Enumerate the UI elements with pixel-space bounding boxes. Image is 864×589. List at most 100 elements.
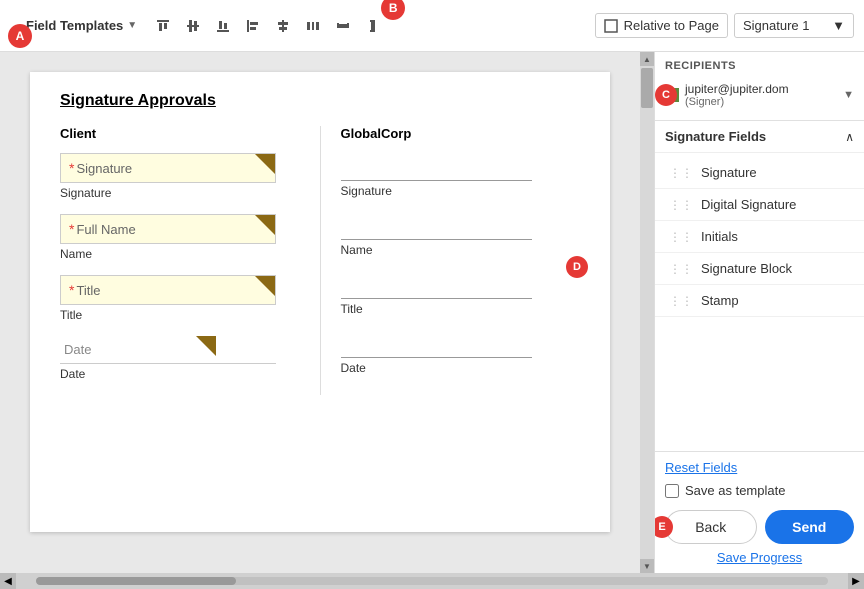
relative-to-page-label: Relative to Page bbox=[624, 18, 719, 33]
signature-field-list: ⋮⋮ Signature ⋮⋮ Digital Signature ⋮⋮ Ini… bbox=[655, 153, 864, 321]
reset-fields-link[interactable]: Reset Fields bbox=[665, 460, 854, 475]
date-input-left[interactable]: Date bbox=[60, 336, 276, 364]
main-content: Signature Approvals Client * Signature bbox=[0, 52, 864, 573]
field-triangle bbox=[255, 154, 275, 174]
date-field-right: Date bbox=[341, 330, 581, 375]
document-title: Signature Approvals bbox=[60, 92, 580, 110]
align-middle-icon[interactable] bbox=[179, 12, 207, 40]
save-template-row: Save as template bbox=[665, 483, 854, 498]
recipient-role: (Signer) bbox=[685, 96, 789, 108]
title-input-left[interactable]: * Title bbox=[60, 275, 276, 305]
title-field-right: Title bbox=[341, 271, 581, 316]
align-top-icon[interactable] bbox=[149, 12, 177, 40]
save-template-checkbox[interactable] bbox=[665, 484, 679, 498]
signature-dropdown[interactable]: Signature 1 ▼ bbox=[734, 13, 854, 38]
recipient-details: jupiter@jupiter.dom (Signer) bbox=[685, 82, 789, 108]
date-label-left: Date bbox=[60, 367, 300, 381]
toolbar-icons bbox=[149, 12, 387, 40]
globalcorp-col-header: GlobalCorp bbox=[341, 126, 581, 141]
recipients-section-title: RECIPIENTS bbox=[665, 60, 854, 72]
recipient-info: jupiter@jupiter.dom (Signer) bbox=[665, 82, 789, 108]
sig-field-label-signature-block: Signature Block bbox=[701, 261, 792, 276]
toolbar: A Field Templates ▼ bbox=[0, 0, 864, 52]
scroll-track bbox=[640, 66, 654, 559]
sig-field-item-signature[interactable]: ⋮⋮ Signature bbox=[655, 157, 864, 189]
sig-field-label-stamp: Stamp bbox=[701, 293, 739, 308]
action-buttons: E Back Send bbox=[665, 510, 854, 544]
recipient-row[interactable]: C jupiter@jupiter.dom (Signer) ▼ bbox=[665, 78, 854, 112]
badge-b: B bbox=[381, 0, 405, 20]
scrollbar-track bbox=[36, 577, 828, 585]
date-placeholder: Date bbox=[60, 342, 91, 357]
badge-d: D bbox=[566, 256, 588, 278]
size-h-icon[interactable] bbox=[329, 12, 357, 40]
align-left-icon[interactable] bbox=[239, 12, 267, 40]
name-placeholder: Full Name bbox=[76, 222, 135, 237]
badge-a: A bbox=[8, 24, 32, 48]
recipient-chevron-icon: ▼ bbox=[843, 89, 854, 101]
signature-dropdown-chevron-icon: ▼ bbox=[832, 18, 845, 33]
date-line-right bbox=[341, 330, 533, 358]
save-progress-link[interactable]: Save Progress bbox=[665, 550, 854, 565]
document-page: Signature Approvals Client * Signature bbox=[30, 72, 610, 532]
scroll-right-button[interactable]: ▶ bbox=[848, 573, 864, 589]
globalcorp-column: D GlobalCorp Signature Name Title bbox=[341, 126, 581, 395]
sig-field-item-stamp[interactable]: ⋮⋮ Stamp bbox=[655, 285, 864, 317]
distribute-h-icon[interactable] bbox=[299, 12, 327, 40]
signature-fields-header[interactable]: Signature Fields ∧ bbox=[655, 121, 864, 153]
field-triangle-name bbox=[255, 215, 275, 235]
name-input-left[interactable]: * Full Name bbox=[60, 214, 276, 244]
signature-field-right: Signature bbox=[341, 153, 581, 198]
name-label-left: Name bbox=[60, 247, 300, 261]
sig-field-item-signature-block[interactable]: ⋮⋮ Signature Block bbox=[655, 253, 864, 285]
signature-line-right bbox=[341, 153, 533, 181]
date-label-right: Date bbox=[341, 361, 581, 375]
sig-field-label-initials: Initials bbox=[701, 229, 738, 244]
title-line-right bbox=[341, 271, 533, 299]
signature-input-left[interactable]: * Signature bbox=[60, 153, 276, 183]
signature-label-right: Signature bbox=[341, 184, 581, 198]
vertical-scrollbar[interactable]: ▲ ▼ bbox=[640, 52, 654, 573]
signature-fields-title: Signature Fields bbox=[665, 129, 766, 144]
drag-handle-icon-5: ⋮⋮ bbox=[669, 294, 693, 308]
required-star-name: * bbox=[69, 221, 74, 237]
name-line-right bbox=[341, 212, 533, 240]
size-v-icon[interactable] bbox=[359, 12, 387, 40]
back-button[interactable]: Back bbox=[665, 510, 757, 544]
scroll-left-button[interactable]: ◀ bbox=[0, 573, 16, 589]
align-bottom-icon[interactable] bbox=[209, 12, 237, 40]
page-icon bbox=[604, 19, 618, 33]
scrollbar-thumb[interactable] bbox=[36, 577, 236, 585]
scroll-down-button[interactable]: ▼ bbox=[640, 559, 654, 573]
align-center-icon[interactable] bbox=[269, 12, 297, 40]
drag-handle-icon-4: ⋮⋮ bbox=[669, 262, 693, 276]
signature-dropdown-label: Signature 1 bbox=[743, 18, 810, 33]
drag-handle-icon: ⋮⋮ bbox=[669, 166, 693, 180]
client-col-header: Client bbox=[60, 126, 300, 141]
bottom-actions: Reset Fields Save as template E Back Sen… bbox=[655, 451, 864, 573]
signature-placeholder: Signature bbox=[76, 161, 132, 176]
name-field-left: * Full Name Name bbox=[60, 214, 300, 261]
client-column: Client * Signature Signature bbox=[60, 126, 300, 395]
sig-field-item-digital-signature[interactable]: ⋮⋮ Digital Signature bbox=[655, 189, 864, 221]
document-columns: Client * Signature Signature bbox=[60, 126, 580, 395]
signature-label-left: Signature bbox=[60, 186, 300, 200]
send-button[interactable]: Send bbox=[765, 510, 855, 544]
scroll-up-button[interactable]: ▲ bbox=[640, 52, 654, 66]
name-field-right: Name bbox=[341, 212, 581, 257]
column-divider bbox=[320, 126, 321, 395]
sig-field-label-signature: Signature bbox=[701, 165, 757, 180]
signature-fields-section: Signature Fields ∧ ⋮⋮ Signature ⋮⋮ Digit… bbox=[655, 121, 864, 451]
recipients-section: RECIPIENTS C jupiter@jupiter.dom (Signer… bbox=[655, 52, 864, 121]
sig-field-item-initials[interactable]: ⋮⋮ Initials bbox=[655, 221, 864, 253]
save-template-label: Save as template bbox=[685, 483, 785, 498]
field-templates-button[interactable]: Field Templates ▼ bbox=[20, 14, 143, 37]
horizontal-scrollbar[interactable]: ◀ ▶ bbox=[0, 573, 864, 589]
scroll-thumb[interactable] bbox=[641, 68, 653, 108]
field-templates-label: Field Templates bbox=[26, 18, 123, 33]
signature-fields-chevron-icon: ∧ bbox=[845, 130, 854, 144]
field-triangle-date bbox=[196, 336, 216, 356]
field-triangle-title bbox=[255, 276, 275, 296]
relative-to-page-toggle[interactable]: Relative to Page bbox=[595, 13, 728, 38]
sig-field-label-digital-signature: Digital Signature bbox=[701, 197, 796, 212]
